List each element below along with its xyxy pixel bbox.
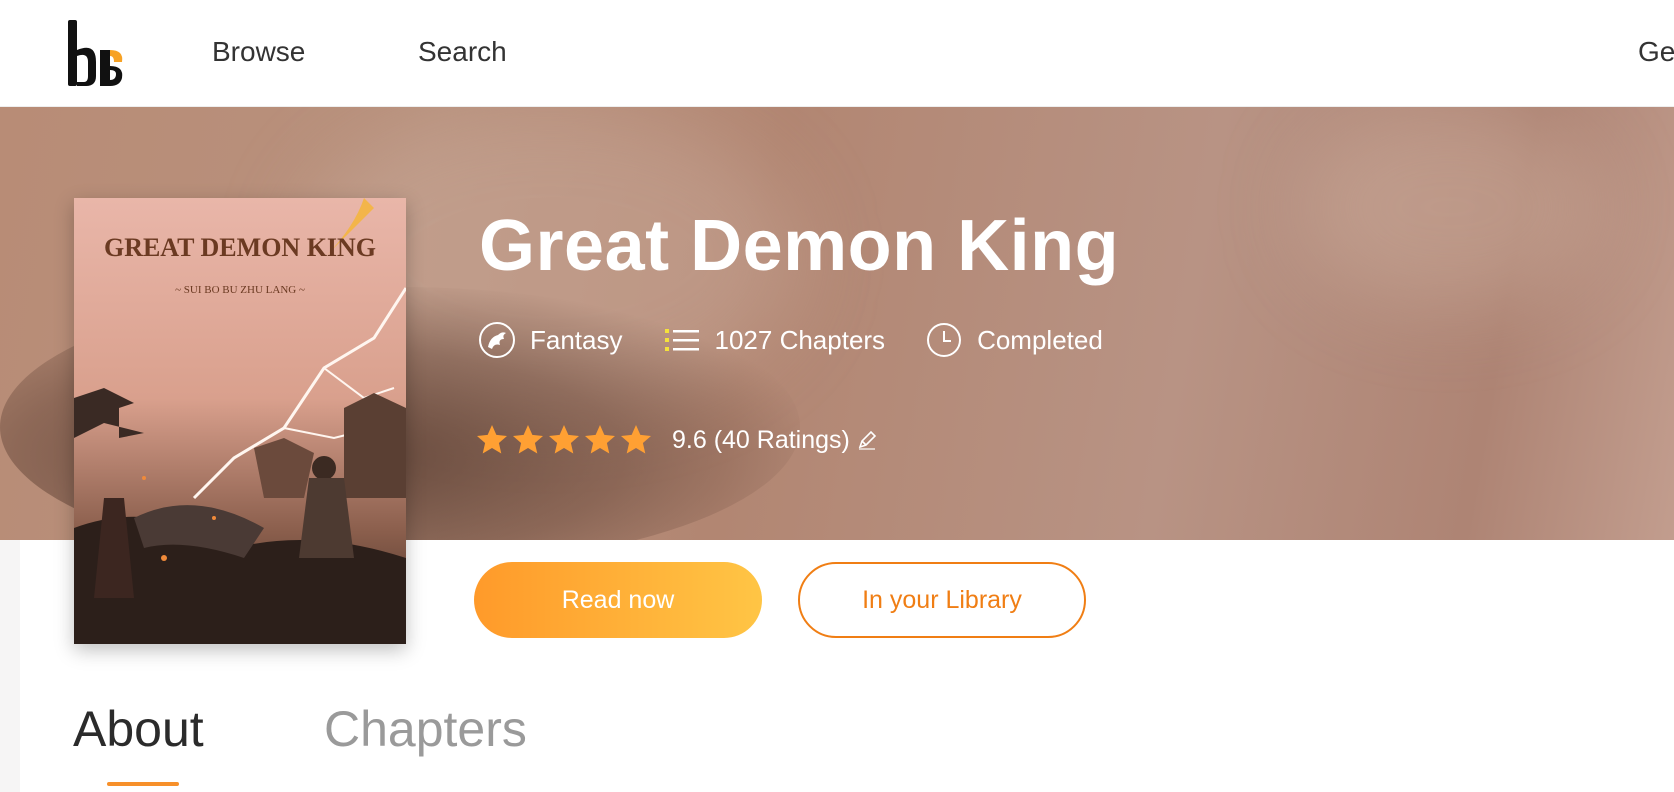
book-meta-row: Fantasy 1027 Chapters Completed — [478, 320, 1143, 360]
hero-highlight — [1300, 107, 1600, 307]
rating-text: 9.6 (40 Ratings) — [672, 425, 850, 454]
chapter-count: 1027 Chapters — [663, 321, 886, 359]
top-navigation: Browse Search Ge — [0, 0, 1674, 107]
star-icon[interactable] — [546, 422, 582, 458]
cover-title-text: GREAT DEMON KING — [104, 233, 376, 262]
site-logo[interactable] — [66, 16, 126, 90]
star-icon[interactable] — [510, 422, 546, 458]
read-now-button[interactable]: Read now — [474, 562, 762, 638]
genre-tag[interactable]: Fantasy — [478, 321, 623, 359]
rating-stars[interactable] — [474, 422, 654, 458]
in-library-button[interactable]: In your Library — [798, 562, 1086, 638]
left-sidebar-strip — [0, 540, 20, 792]
star-icon[interactable] — [618, 422, 654, 458]
tab-chapters[interactable]: Chapters — [324, 700, 527, 758]
star-icon[interactable] — [474, 422, 510, 458]
nav-browse-link[interactable]: Browse — [212, 36, 305, 68]
nav-search-link[interactable]: Search — [418, 36, 507, 68]
active-tab-indicator — [107, 782, 179, 786]
genre-label: Fantasy — [530, 324, 623, 355]
rating-row: 9.6 (40 Ratings) — [474, 422, 878, 458]
status-label: Completed — [977, 324, 1103, 355]
list-icon — [664, 329, 699, 351]
star-icon[interactable] — [582, 422, 618, 458]
tab-about[interactable]: About — [73, 700, 204, 758]
nav-right-link[interactable]: Ge — [1638, 36, 1674, 68]
dragon-icon — [479, 322, 515, 358]
pencil-icon[interactable] — [856, 429, 878, 451]
clock-icon — [927, 323, 962, 357]
status-tag: Completed — [925, 321, 1103, 359]
chapters-label: 1027 Chapters — [714, 324, 886, 355]
book-cover-image[interactable]: GREAT DEMON KING ~ SUI BO BU ZHU LANG ~ — [74, 198, 406, 644]
cover-author-text: ~ SUI BO BU ZHU LANG ~ — [175, 284, 305, 296]
book-title: Great Demon King — [479, 206, 1120, 286]
